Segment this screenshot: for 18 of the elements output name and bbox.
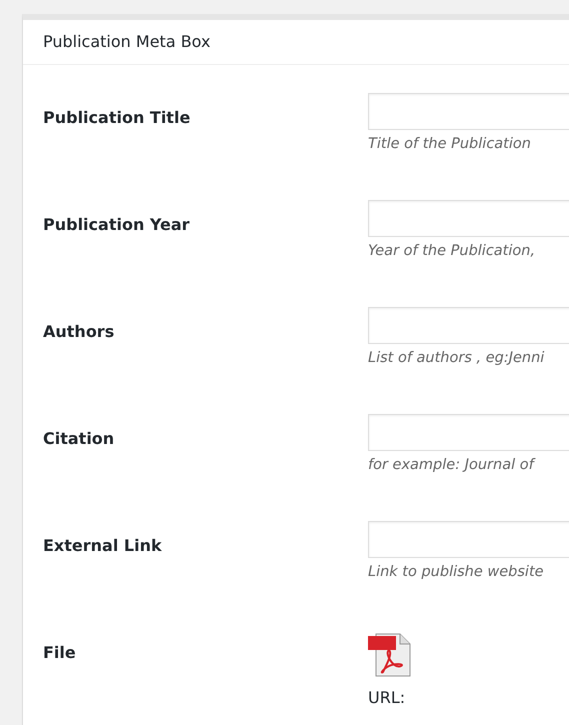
field-description: Year of the Publication, bbox=[368, 242, 536, 262]
field-label: Citation bbox=[43, 428, 116, 450]
text-input[interactable] bbox=[368, 200, 569, 238]
text-input[interactable] bbox=[368, 93, 569, 130]
field-label: Publication Title bbox=[43, 107, 192, 130]
text-input[interactable] bbox=[368, 414, 569, 452]
field-label: External Link bbox=[43, 535, 163, 558]
field-description: List of authors , eg:Jenni bbox=[368, 349, 546, 368]
text-input[interactable] bbox=[368, 307, 569, 344]
field-description: Title of the Publication bbox=[368, 135, 532, 154]
text-input[interactable] bbox=[368, 521, 569, 558]
url-label: URL: bbox=[368, 687, 406, 710]
panel-title: Publication Meta Box bbox=[43, 32, 212, 52]
field-description: for example: Journal of bbox=[368, 456, 536, 476]
field-label: File bbox=[43, 642, 77, 664]
field-description: Link to publishe website bbox=[368, 563, 545, 582]
field-label: Authors bbox=[43, 321, 116, 344]
field-label: Publication Year bbox=[43, 214, 191, 236]
